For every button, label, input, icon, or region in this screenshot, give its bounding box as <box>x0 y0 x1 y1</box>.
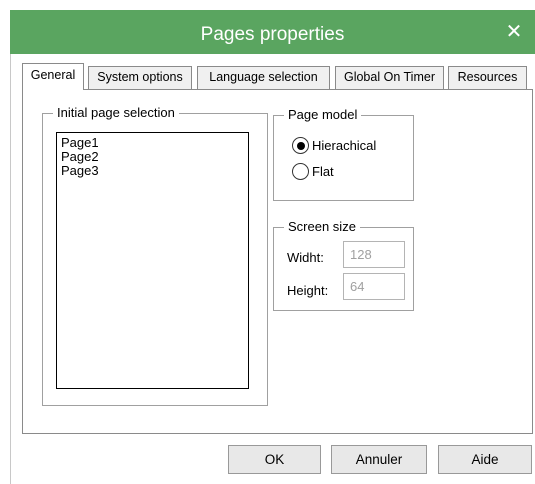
dialog-title: Pages properties <box>200 24 345 45</box>
page-listbox[interactable]: Page1 Page2 Page3 <box>56 132 249 389</box>
list-item[interactable]: Page3 <box>61 164 244 178</box>
page-model-group: Page model Hierachical Flat <box>273 107 414 201</box>
tab-language-selection[interactable]: Language selection <box>197 66 330 89</box>
title-bar[interactable]: Pages properties ✕ <box>10 10 535 54</box>
tab-system-options[interactable]: System options <box>88 66 192 89</box>
height-label: Height: <box>287 283 329 298</box>
radio-hierachical-label: Hierachical <box>312 138 377 153</box>
radio-unselected-icon[interactable] <box>292 163 309 180</box>
width-field[interactable] <box>343 241 405 268</box>
radio-dot <box>296 141 305 150</box>
tab-global-on-timer[interactable]: Global On Timer <box>335 66 444 89</box>
list-item[interactable]: Page1 <box>61 136 244 150</box>
list-item[interactable]: Page2 <box>61 150 244 164</box>
tab-resources[interactable]: Resources <box>448 66 527 89</box>
radio-flat-label: Flat <box>312 164 334 179</box>
initial-page-selection-group: Initial page selection Page1 Page2 Page3 <box>42 105 268 406</box>
general-tab-panel: Initial page selection Page1 Page2 Page3… <box>22 89 533 434</box>
initial-page-selection-label: Initial page selection <box>53 105 179 121</box>
ok-button[interactable]: OK <box>228 445 321 474</box>
width-label: Widht: <box>287 250 324 265</box>
close-icon[interactable]: ✕ <box>501 19 527 45</box>
tab-general[interactable]: General <box>22 63 84 90</box>
dialog-left-border <box>10 54 11 484</box>
screen-size-label: Screen size <box>284 219 360 235</box>
pages-properties-dialog: Pages properties ✕ General System option… <box>0 0 535 484</box>
screen-size-group: Screen size Widht: Height: <box>273 219 414 311</box>
cancel-button[interactable]: Annuler <box>331 445 427 474</box>
page-model-label: Page model <box>284 107 362 123</box>
height-field[interactable] <box>343 273 405 300</box>
help-button[interactable]: Aide <box>438 445 532 474</box>
radio-selected-icon[interactable] <box>292 137 309 154</box>
